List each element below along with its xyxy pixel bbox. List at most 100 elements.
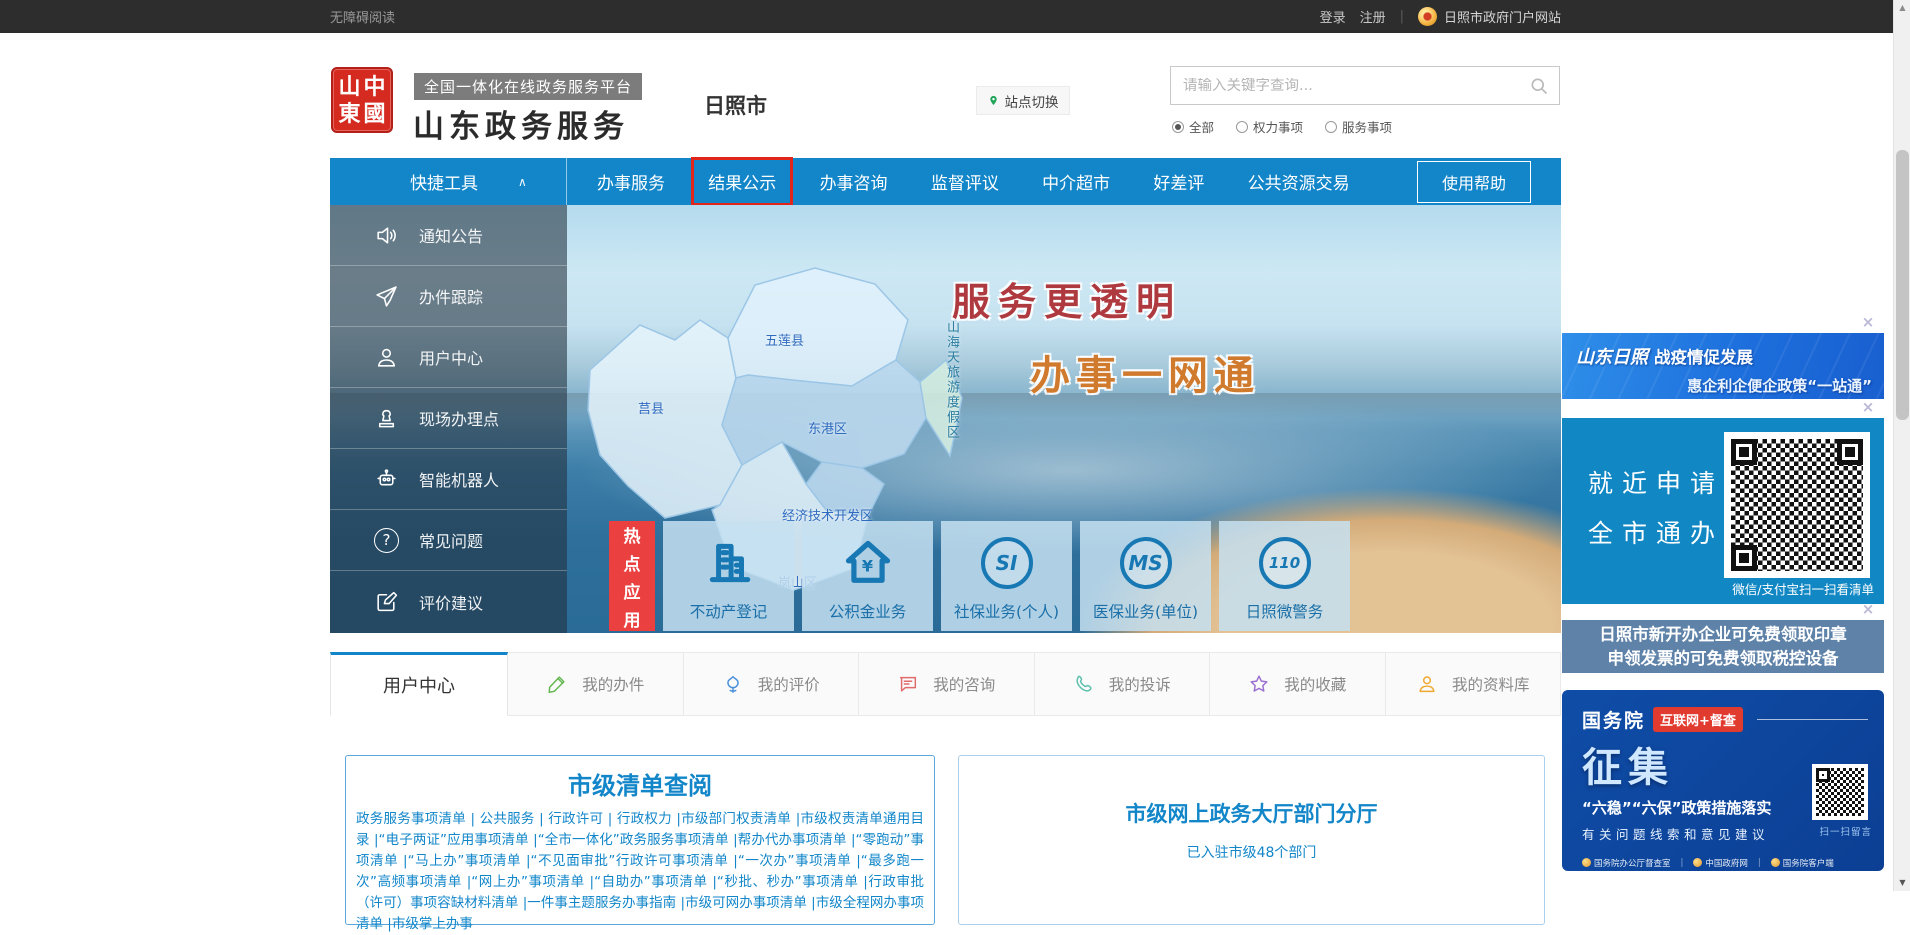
yuan-glyph: ¥ bbox=[862, 557, 873, 576]
footer-org-2: 中国政府网 bbox=[1693, 857, 1748, 869]
sidebar-item-user-center[interactable]: 用户中心 bbox=[330, 327, 567, 388]
app-card-medical-insurance[interactable]: MS 医保业务(单位) bbox=[1080, 521, 1211, 631]
person-icon bbox=[1416, 673, 1438, 695]
hall-panel-title[interactable]: 市级网上政务大厅部门分厅 bbox=[959, 798, 1544, 828]
sidebar-item-service-points[interactable]: 现场办理点 bbox=[330, 388, 567, 449]
qr-caption: 微信/支付宝扫一扫看清单 bbox=[1732, 579, 1874, 598]
login-link[interactable]: 登录 bbox=[1320, 7, 1346, 26]
ms-icon: MS bbox=[1120, 537, 1172, 589]
search-box bbox=[1170, 66, 1560, 105]
hot-apps-title: 热点应用 bbox=[609, 521, 655, 631]
app-card-police[interactable]: 110 日照微警务 bbox=[1219, 521, 1350, 631]
map-label-wulian[interactable]: 五莲县 bbox=[765, 330, 804, 349]
nav-item-haochaping[interactable]: 好差评 bbox=[1151, 165, 1206, 198]
topbar-divider: | bbox=[1400, 9, 1404, 24]
tab-my-favorites[interactable]: 我的收藏 bbox=[1210, 652, 1386, 716]
ad-banner-state-council[interactable]: 国务院 互联网+督查 征集 “六稳”“六保”政策措施落实 有关问题线索和意见建议… bbox=[1562, 690, 1884, 871]
ad-banner-new-business[interactable]: 日照市新开办企业可免费领取印章 申领发票的可免费领取税控设备 bbox=[1562, 620, 1884, 673]
sidebar-item-tracking[interactable]: 办件跟踪 bbox=[330, 266, 567, 327]
app-card-housing-fund[interactable]: ¥ 公积金业务 bbox=[802, 521, 933, 631]
close-icon[interactable]: × bbox=[1860, 314, 1876, 330]
site-switch-button[interactable]: 站点切换 bbox=[976, 86, 1070, 115]
qr-code-small bbox=[1812, 764, 1868, 820]
tab-my-consultations[interactable]: 我的咨询 bbox=[859, 652, 1035, 716]
scroll-down-icon[interactable]: ▼ bbox=[1894, 875, 1910, 891]
quick-tools-panel: 通知公告 办件跟踪 用户中心 现场办理点 智能机器人 ? 常见问题 bbox=[330, 205, 567, 633]
ad-banner-citywide-service[interactable]: 就近申请 全市通办 微信/支付宝扫一扫看清单 bbox=[1562, 418, 1884, 604]
star-icon bbox=[1248, 673, 1270, 695]
map-label-juxian[interactable]: 莒县 bbox=[638, 398, 664, 417]
hall-panel-subtitle: 已入驻市级48个部门 bbox=[959, 842, 1544, 862]
national-emblem-icon bbox=[1418, 7, 1437, 26]
list-panel-links[interactable]: 政务服务事项清单 | 公共服务 | 行政许可 | 行政权力 |市级部门权责清单 … bbox=[356, 809, 924, 935]
tab-my-items[interactable]: 我的办件 bbox=[508, 652, 684, 716]
nav-item-jiandu-pingyi[interactable]: 监督评议 bbox=[929, 165, 1001, 198]
city-name: 日照市 bbox=[704, 90, 767, 120]
tab-my-documents[interactable]: 我的资料库 bbox=[1386, 652, 1562, 716]
accessibility-link[interactable]: 无障碍阅读 bbox=[330, 7, 395, 26]
police-110-icon: 110 bbox=[1259, 537, 1311, 589]
nav-item-gonggong-ziyuan[interactable]: 公共资源交易 bbox=[1246, 165, 1352, 198]
user-center-tabs: 用户中心 我的办件 我的评价 我的咨询 我的投诉 我的收藏 我的资料库 bbox=[330, 652, 1561, 716]
sidebar-item-feedback[interactable]: 评价建议 bbox=[330, 571, 567, 632]
stamp-icon bbox=[374, 406, 399, 431]
app-card-real-estate[interactable]: 不动产登记 bbox=[663, 521, 794, 631]
annotation-highlight-box bbox=[691, 157, 793, 206]
emblem-dot-icon bbox=[1771, 858, 1780, 867]
site-title: 山东政务服务 bbox=[413, 101, 629, 146]
nav-item-zhongjie-chaoshi[interactable]: 中介超市 bbox=[1040, 165, 1112, 198]
tab-user-center[interactable]: 用户中心 bbox=[330, 652, 508, 716]
platform-badge: 全国一体化在线政务服务平台 bbox=[414, 73, 642, 100]
nav-item-banshi-fuwu[interactable]: 办事服务 bbox=[595, 165, 667, 198]
qr-code bbox=[1724, 432, 1870, 578]
state-council-label: 国务院 bbox=[1582, 706, 1645, 733]
radio-icon bbox=[1236, 121, 1248, 133]
scope-service[interactable]: 服务事项 bbox=[1325, 117, 1392, 136]
radio-selected-icon bbox=[1172, 121, 1184, 133]
map-label-shanhaitian[interactable]: 山海天旅游度假区 bbox=[942, 320, 961, 440]
search-icon[interactable] bbox=[1519, 67, 1559, 104]
quick-tools-toggle[interactable]: 快捷工具 ∧ bbox=[330, 158, 567, 205]
banner-slogan-1: 服务更透明 bbox=[952, 271, 1182, 326]
list-panel-title: 市级清单查阅 bbox=[356, 766, 924, 801]
help-button[interactable]: 使用帮助 bbox=[1417, 161, 1531, 203]
question-icon: ? bbox=[374, 528, 399, 553]
footer-org-3: 国务院客户端 bbox=[1771, 857, 1834, 869]
close-icon[interactable]: × bbox=[1860, 399, 1876, 415]
portal-link[interactable]: 日照市政府门户网站 bbox=[1418, 7, 1561, 26]
flower-icon bbox=[722, 673, 744, 695]
sidebar-item-faq[interactable]: ? 常见问题 bbox=[330, 510, 567, 571]
close-icon[interactable]: × bbox=[1860, 601, 1876, 617]
scroll-up-icon[interactable]: ▲ bbox=[1894, 0, 1910, 16]
page-scrollbar[interactable]: ▲ ▼ bbox=[1893, 0, 1910, 891]
hero-banner: 通知公告 办件跟踪 用户中心 现场办理点 智能机器人 ? 常见问题 bbox=[330, 205, 1561, 633]
internet-inspection-badge: 互联网+督查 bbox=[1653, 707, 1743, 732]
speaker-icon bbox=[374, 223, 399, 248]
chevron-up-icon: ∧ bbox=[518, 175, 527, 189]
ad-banner-epidemic-policy[interactable]: 山东日照战疫情促发展 惠企利企便企政策“一站通” bbox=[1562, 333, 1884, 399]
app-card-social-insurance[interactable]: SI 社保业务(个人) bbox=[941, 521, 1072, 631]
search-scope-radios: 全部 权力事项 服务事项 bbox=[1172, 117, 1392, 136]
tab-my-complaints[interactable]: 我的投诉 bbox=[1035, 652, 1211, 716]
emblem-dot-icon bbox=[1693, 858, 1702, 867]
topbar: 无障碍阅读 登录 注册 | 日照市政府门户网站 bbox=[0, 0, 1910, 33]
sidebar-item-notices[interactable]: 通知公告 bbox=[330, 205, 567, 266]
main-navbar: 快捷工具 ∧ 办事服务 结果公示 办事咨询 监督评议 中介超市 好差评 公共资源… bbox=[330, 158, 1561, 205]
search-input[interactable] bbox=[1171, 78, 1519, 94]
scrollbar-thumb[interactable] bbox=[1896, 150, 1909, 420]
si-icon: SI bbox=[981, 537, 1033, 589]
paper-plane-icon bbox=[374, 284, 399, 309]
decorative-line bbox=[1757, 719, 1868, 720]
nav-item-jieguo-gongshi[interactable]: 结果公示 bbox=[706, 165, 778, 198]
nav-item-banshi-zixun[interactable]: 办事咨询 bbox=[818, 165, 890, 198]
register-link[interactable]: 注册 bbox=[1360, 7, 1386, 26]
city-list-panel: 市级清单查阅 政务服务事项清单 | 公共服务 | 行政许可 | 行政权力 |市级… bbox=[345, 755, 935, 925]
banner-slogan-2: 办事一网通 bbox=[1030, 343, 1260, 401]
map-label-donggang[interactable]: 东港区 bbox=[808, 418, 847, 437]
tab-my-reviews[interactable]: 我的评价 bbox=[684, 652, 860, 716]
robot-icon bbox=[374, 467, 399, 492]
scope-power[interactable]: 权力事项 bbox=[1236, 117, 1303, 136]
department-hall-panel: 市级网上政务大厅部门分厅 已入驻市级48个部门 bbox=[958, 755, 1545, 925]
scope-all[interactable]: 全部 bbox=[1172, 117, 1214, 136]
sidebar-item-robot[interactable]: 智能机器人 bbox=[330, 449, 567, 510]
